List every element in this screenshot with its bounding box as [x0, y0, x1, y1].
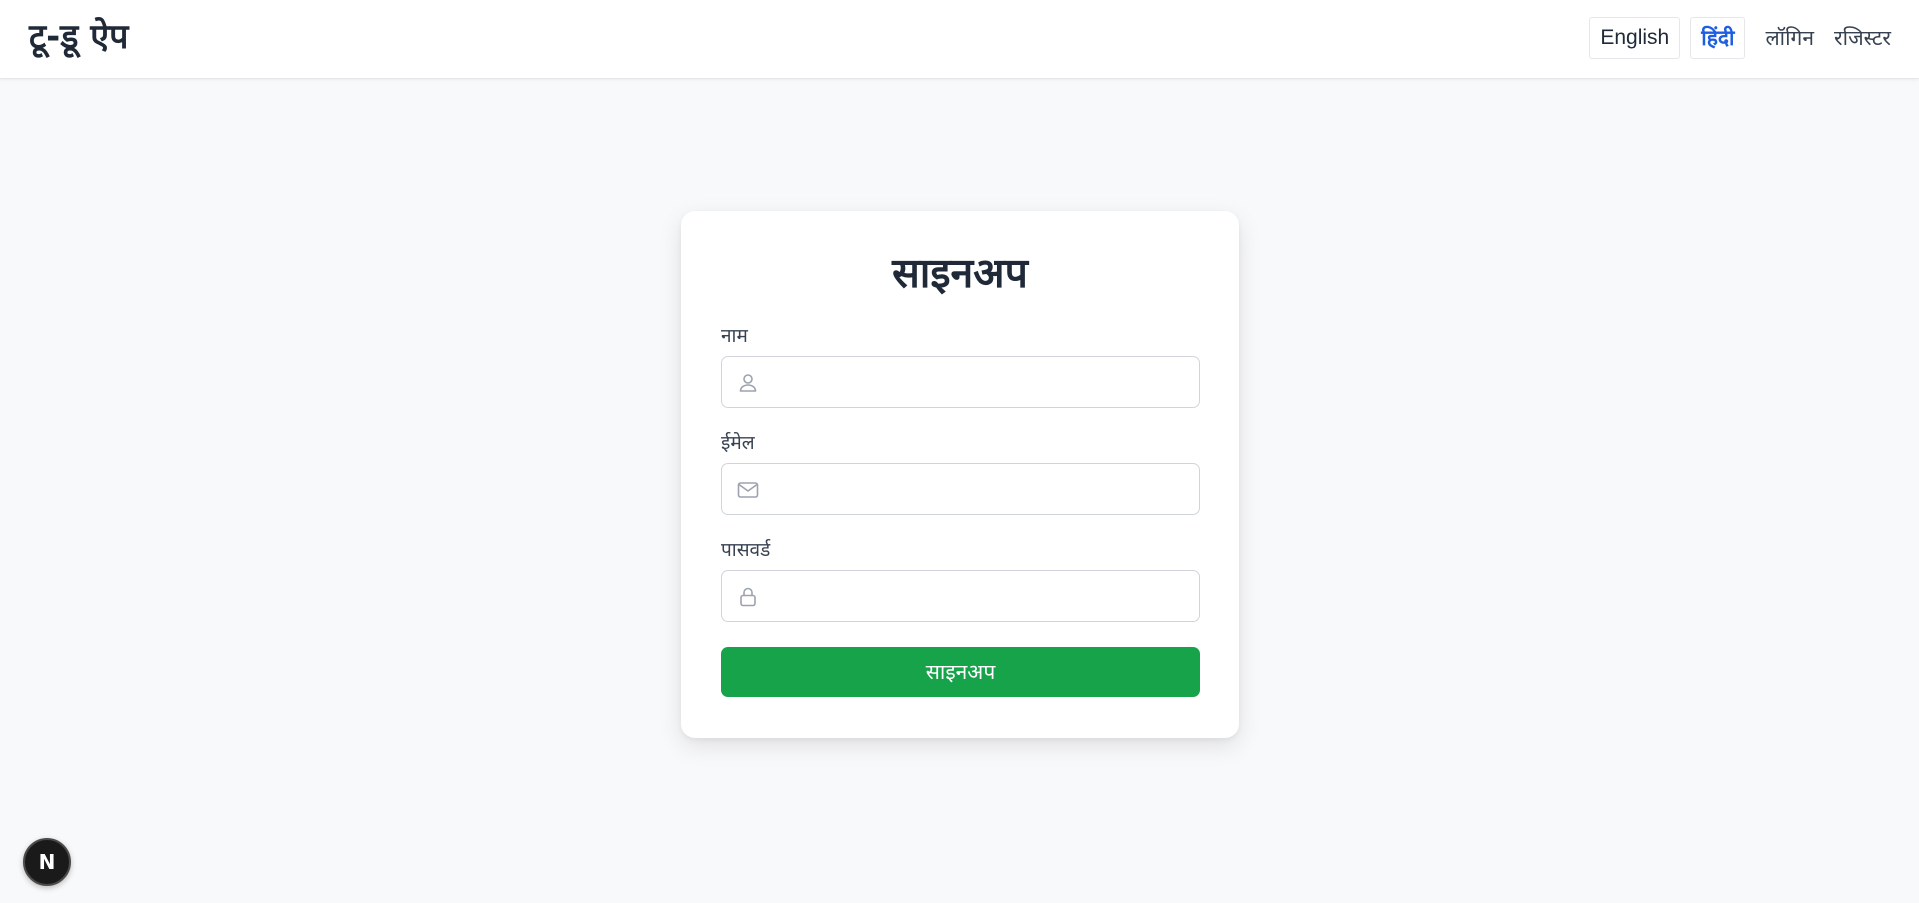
password-label: पासवर्ड	[721, 539, 771, 561]
password-input[interactable]	[772, 571, 1192, 621]
nav-right: English हिंदी लॉगिन रजिस्टर	[1589, 17, 1891, 59]
password-field[interactable]	[721, 570, 1200, 622]
app-brand[interactable]: टू-डू ऐप	[29, 17, 128, 57]
signup-submit-button[interactable]: साइनअप	[721, 647, 1200, 697]
lang-hindi-button[interactable]: हिंदी	[1690, 17, 1746, 59]
email-field[interactable]	[721, 463, 1200, 515]
signup-card: साइनअप नाम ईमेल पासवर्ड साइनअप	[681, 211, 1239, 738]
page-title: साइनअप	[892, 249, 1028, 297]
register-link[interactable]: रजिस्टर	[1834, 24, 1891, 52]
top-navbar: टू-डू ऐप English हिंदी लॉगिन रजिस्टर	[0, 0, 1919, 79]
login-link[interactable]: लॉगिन	[1765, 24, 1814, 52]
email-input[interactable]	[772, 464, 1192, 514]
lang-english-button[interactable]: English	[1589, 17, 1681, 59]
name-label: नाम	[721, 325, 748, 347]
mail-icon	[736, 478, 760, 502]
user-icon	[736, 371, 760, 395]
lock-icon	[736, 585, 760, 609]
nextjs-icon[interactable]: N	[23, 838, 71, 886]
email-label: ईमेल	[721, 432, 755, 454]
name-input[interactable]	[772, 357, 1192, 407]
name-field[interactable]	[721, 356, 1200, 408]
